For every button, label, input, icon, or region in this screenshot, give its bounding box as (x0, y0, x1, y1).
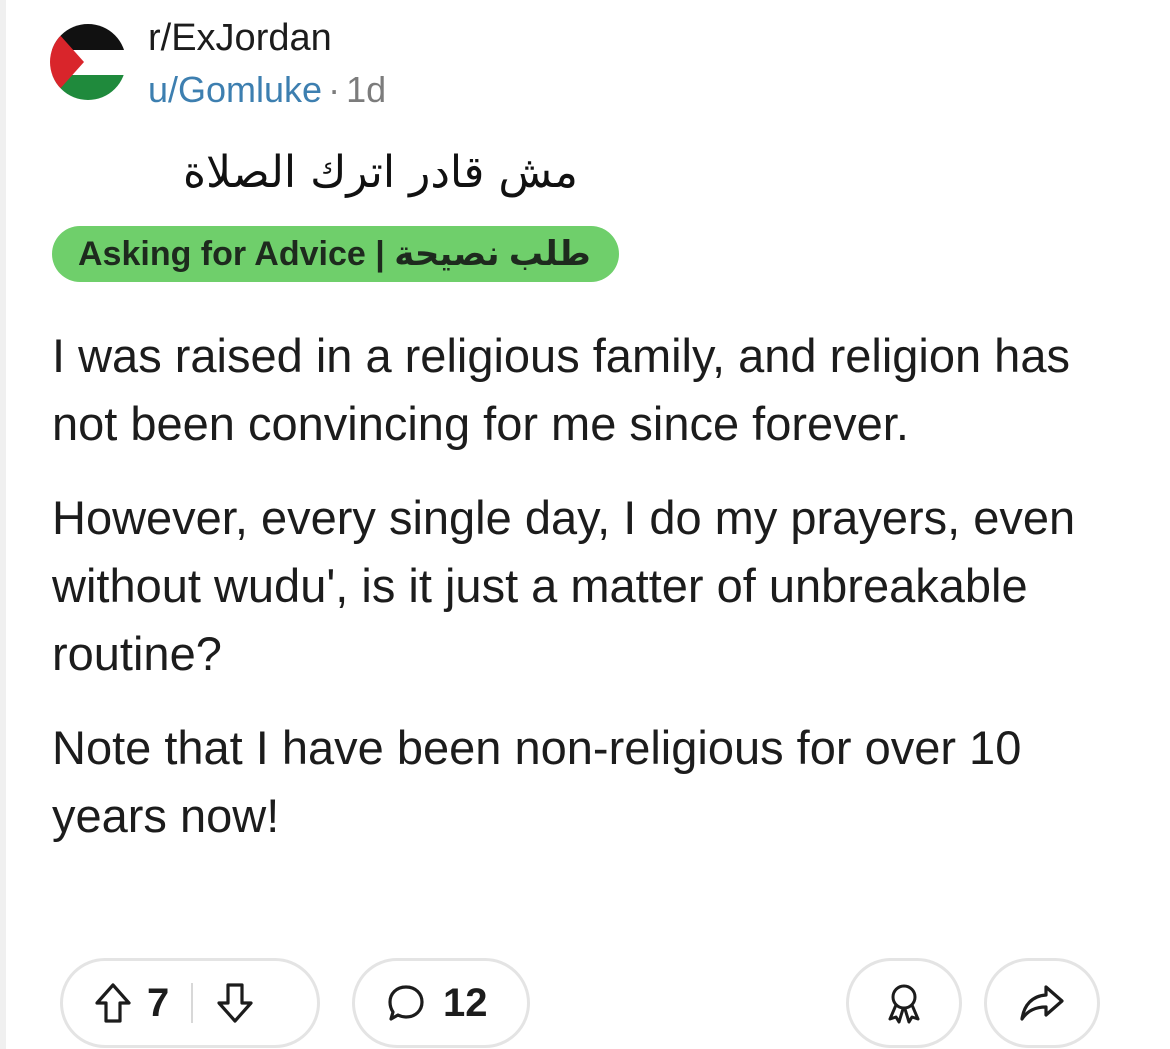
palestine-flag-icon (50, 24, 126, 100)
post-title[interactable]: مش قادر اترك الصلاة (48, 138, 578, 208)
subreddit-name[interactable]: r/ExJordan (148, 14, 386, 62)
body-paragraph: However, every single day, I do my praye… (52, 491, 1076, 680)
post-age: 1d (346, 69, 387, 110)
share-button[interactable] (984, 958, 1100, 1048)
comments-button[interactable]: 12 (352, 958, 530, 1048)
author-line: u/Gomluke · 1d (148, 66, 386, 114)
vote-controls: 7 (60, 958, 320, 1048)
vote-divider (191, 983, 194, 1023)
author-username[interactable]: u/Gomluke (148, 69, 322, 110)
comment-count: 12 (443, 980, 488, 1025)
meta-separator: · (328, 69, 341, 110)
vote-count: 7 (147, 980, 170, 1025)
post-flair[interactable]: Asking for Advice | طلب نصيحة (52, 226, 619, 282)
subreddit-avatar[interactable] (50, 24, 126, 100)
post-meta: r/ExJordan u/Gomluke · 1d (148, 14, 386, 114)
downvote-arrow-icon[interactable] (215, 981, 255, 1025)
award-icon (880, 979, 928, 1027)
award-button[interactable] (846, 958, 962, 1048)
comment-bubble-icon (385, 982, 427, 1024)
body-paragraph: I was raised in a religious family, and … (52, 329, 1070, 450)
body-paragraph: Note that I have been non-religious for … (52, 721, 1022, 842)
left-border (0, 0, 6, 1049)
reddit-post: r/ExJordan u/Gomluke · 1d مش قادر اترك الص… (0, 0, 1170, 1049)
share-arrow-icon (1018, 981, 1066, 1025)
post-body: I was raised in a religious family, and … (52, 322, 1132, 876)
upvote-arrow-icon[interactable] (93, 981, 133, 1025)
